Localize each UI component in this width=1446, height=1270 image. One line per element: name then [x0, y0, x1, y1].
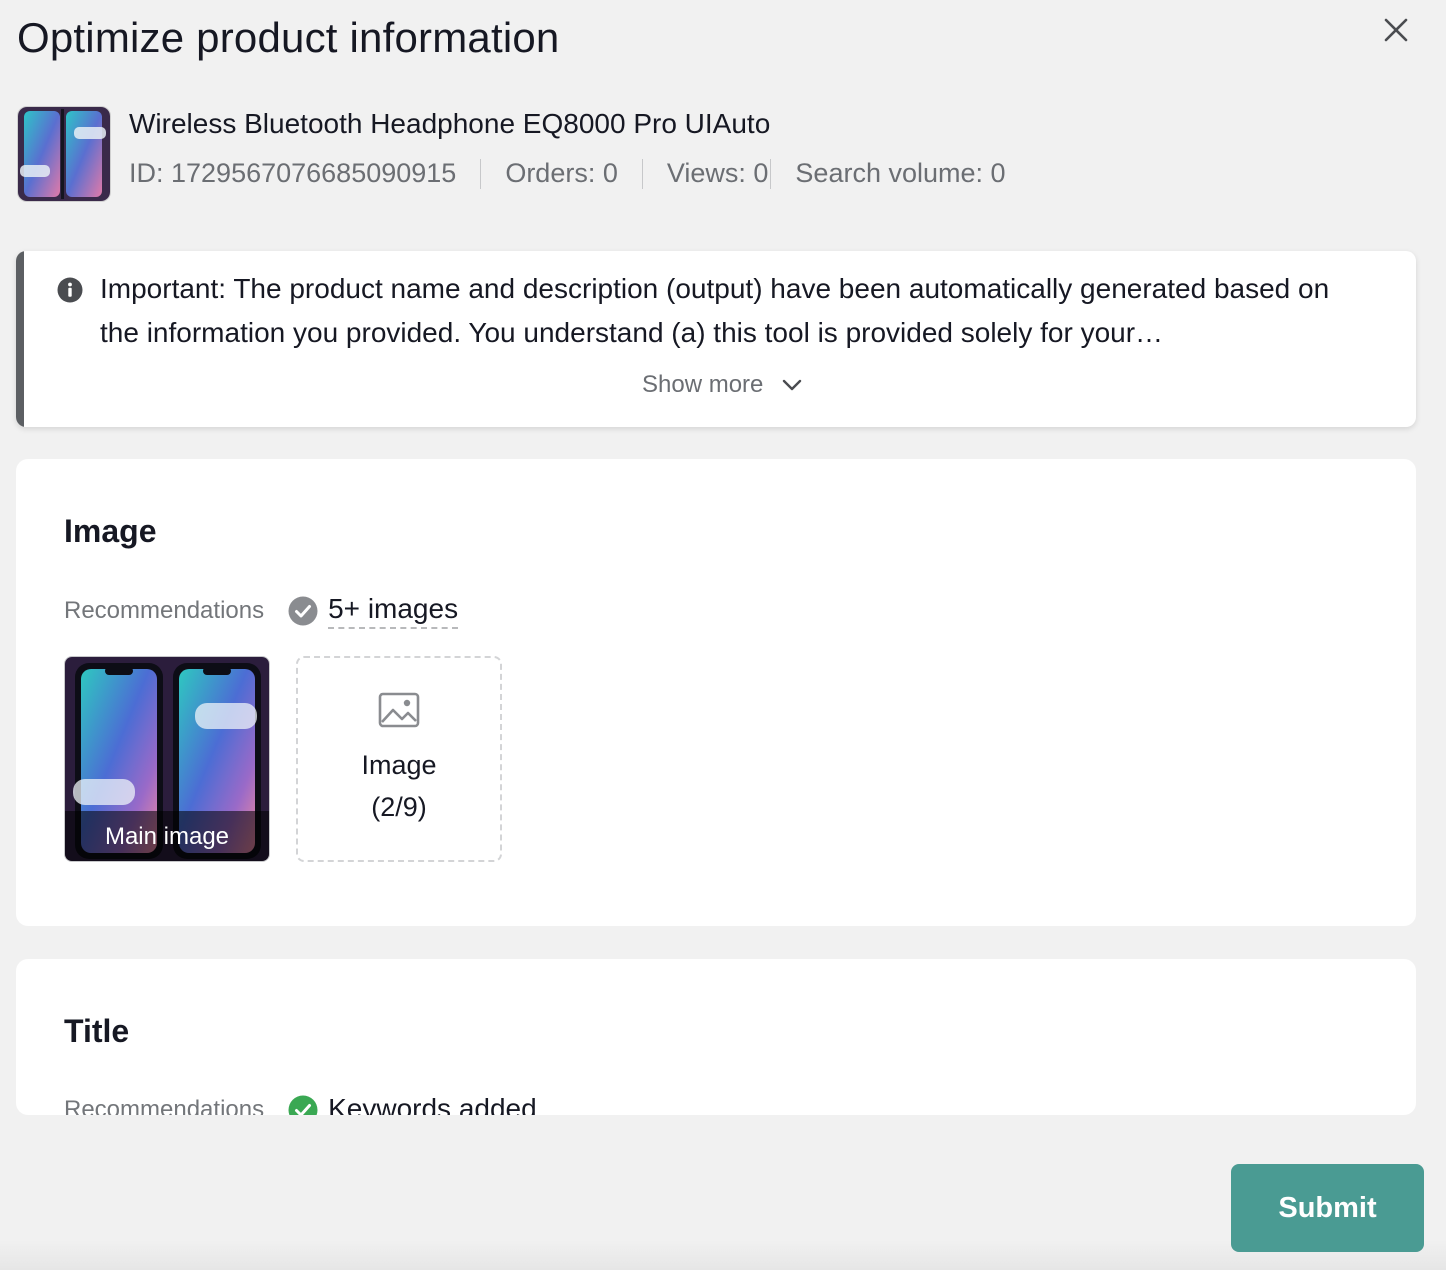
title-section: Title Recommendations Keywords added	[16, 959, 1416, 1115]
image-recommendations: Recommendations 5+ images	[64, 593, 459, 629]
recommendation-images-count[interactable]: 5+ images	[328, 593, 459, 629]
divider	[480, 158, 482, 189]
product-views: Views: 0	[666, 158, 769, 188]
upload-label: Image (2/9)	[298, 744, 500, 828]
product-thumbnail	[17, 106, 111, 202]
notice-accent-bar	[16, 251, 24, 427]
product-orders: Orders: 0	[505, 158, 618, 188]
divider	[770, 158, 772, 189]
upload-count: (2/9)	[371, 792, 427, 822]
optimize-product-modal: Optimize product information Wireless Bl…	[0, 0, 1446, 1270]
submit-button[interactable]: Submit	[1231, 1164, 1424, 1252]
close-icon	[1384, 18, 1408, 42]
product-id: ID: 1729567076685090915	[129, 158, 457, 188]
main-image-label: Main image	[65, 811, 269, 861]
divider	[641, 158, 643, 189]
image-placeholder-icon	[378, 692, 420, 728]
notice-text: Important: The product name and descript…	[100, 273, 1330, 348]
show-more-label: Show more	[642, 371, 764, 398]
show-more-button[interactable]: Show more	[642, 371, 803, 399]
important-notice: Important: The product name and descript…	[16, 251, 1416, 427]
product-name: Wireless Bluetooth Headphone EQ8000 Pro …	[129, 108, 771, 139]
info-icon	[57, 277, 83, 303]
upload-label-line1: Image	[361, 750, 437, 780]
image-upload-tile[interactable]: Image (2/9)	[296, 656, 502, 862]
footer-shadow	[0, 1240, 1446, 1270]
main-image-tile[interactable]: Main image	[64, 656, 270, 862]
image-section: Image Recommendations 5+ images Main ima…	[16, 459, 1416, 926]
product-meta: ID: 1729567076685090915 Orders: 0 Views:…	[129, 158, 1006, 189]
recommendations-label: Recommendations	[64, 1096, 265, 1115]
image-section-title: Image	[64, 513, 157, 549]
check-circle-icon	[288, 596, 318, 626]
chevron-down-icon	[783, 379, 802, 391]
product-header: Wireless Bluetooth Headphone EQ8000 Pro …	[17, 106, 1217, 202]
product-search-volume: Search volume: 0	[795, 158, 1006, 188]
title-section-title: Title	[64, 1013, 130, 1049]
title-recommendations: Recommendations Keywords added	[64, 1093, 537, 1115]
close-button[interactable]	[1380, 14, 1412, 46]
recommendation-keywords[interactable]: Keywords added	[328, 1093, 537, 1115]
modal-title: Optimize product information	[17, 14, 560, 61]
recommendations-label: Recommendations	[64, 597, 265, 624]
check-circle-icon	[288, 1095, 318, 1115]
